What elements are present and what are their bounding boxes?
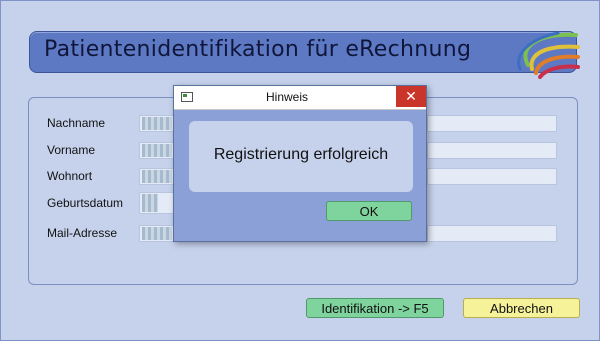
nachname-field[interactable] — [139, 115, 175, 132]
label-mail-adresse: Mail-Adresse — [47, 226, 118, 240]
ok-button[interactable]: OK — [326, 201, 412, 221]
close-icon[interactable]: ✕ — [396, 86, 426, 107]
geburtsdatum-field[interactable] — [139, 192, 175, 214]
logo-swoosh-icon — [517, 31, 580, 79]
label-wohnort: Wohnort — [47, 169, 93, 183]
dialog-message: Registrierung erfolgreich — [213, 146, 389, 163]
vorname-field-right[interactable] — [427, 142, 557, 159]
ok-button-label: OK — [359, 203, 379, 219]
mail-adresse-field[interactable] — [139, 225, 175, 242]
header-banner: Patientenidentifikation für eRechnung — [29, 31, 577, 73]
label-nachname: Nachname — [47, 116, 106, 130]
dialog-titlebar: Hinweis ✕ — [174, 86, 426, 110]
hinweis-dialog: Hinweis ✕ Registrierung erfolgreich OK — [173, 85, 427, 242]
label-vorname: Vorname — [47, 143, 96, 157]
vorname-field[interactable] — [139, 142, 175, 159]
label-geburtsdatum: Geburtsdatum — [47, 196, 124, 210]
mail-adresse-field-right[interactable] — [427, 225, 557, 242]
identify-button-label: Identifikation -> F5 — [321, 300, 429, 316]
cancel-button-label: Abbrechen — [490, 300, 553, 316]
dialog-title: Hinweis — [265, 90, 308, 104]
nachname-field-right[interactable] — [427, 115, 557, 132]
identify-button[interactable]: Identifikation -> F5 — [306, 298, 444, 318]
wohnort-field-right[interactable] — [427, 168, 557, 185]
main-window: Patientenidentifikation für eRechnung Na… — [0, 0, 600, 341]
dialog-message-box: Registrierung erfolgreich — [189, 121, 413, 192]
window-title: Patientenidentifikation für eRechnung — [44, 37, 472, 62]
wohnort-field[interactable] — [139, 168, 175, 185]
cancel-button[interactable]: Abbrechen — [463, 298, 580, 318]
